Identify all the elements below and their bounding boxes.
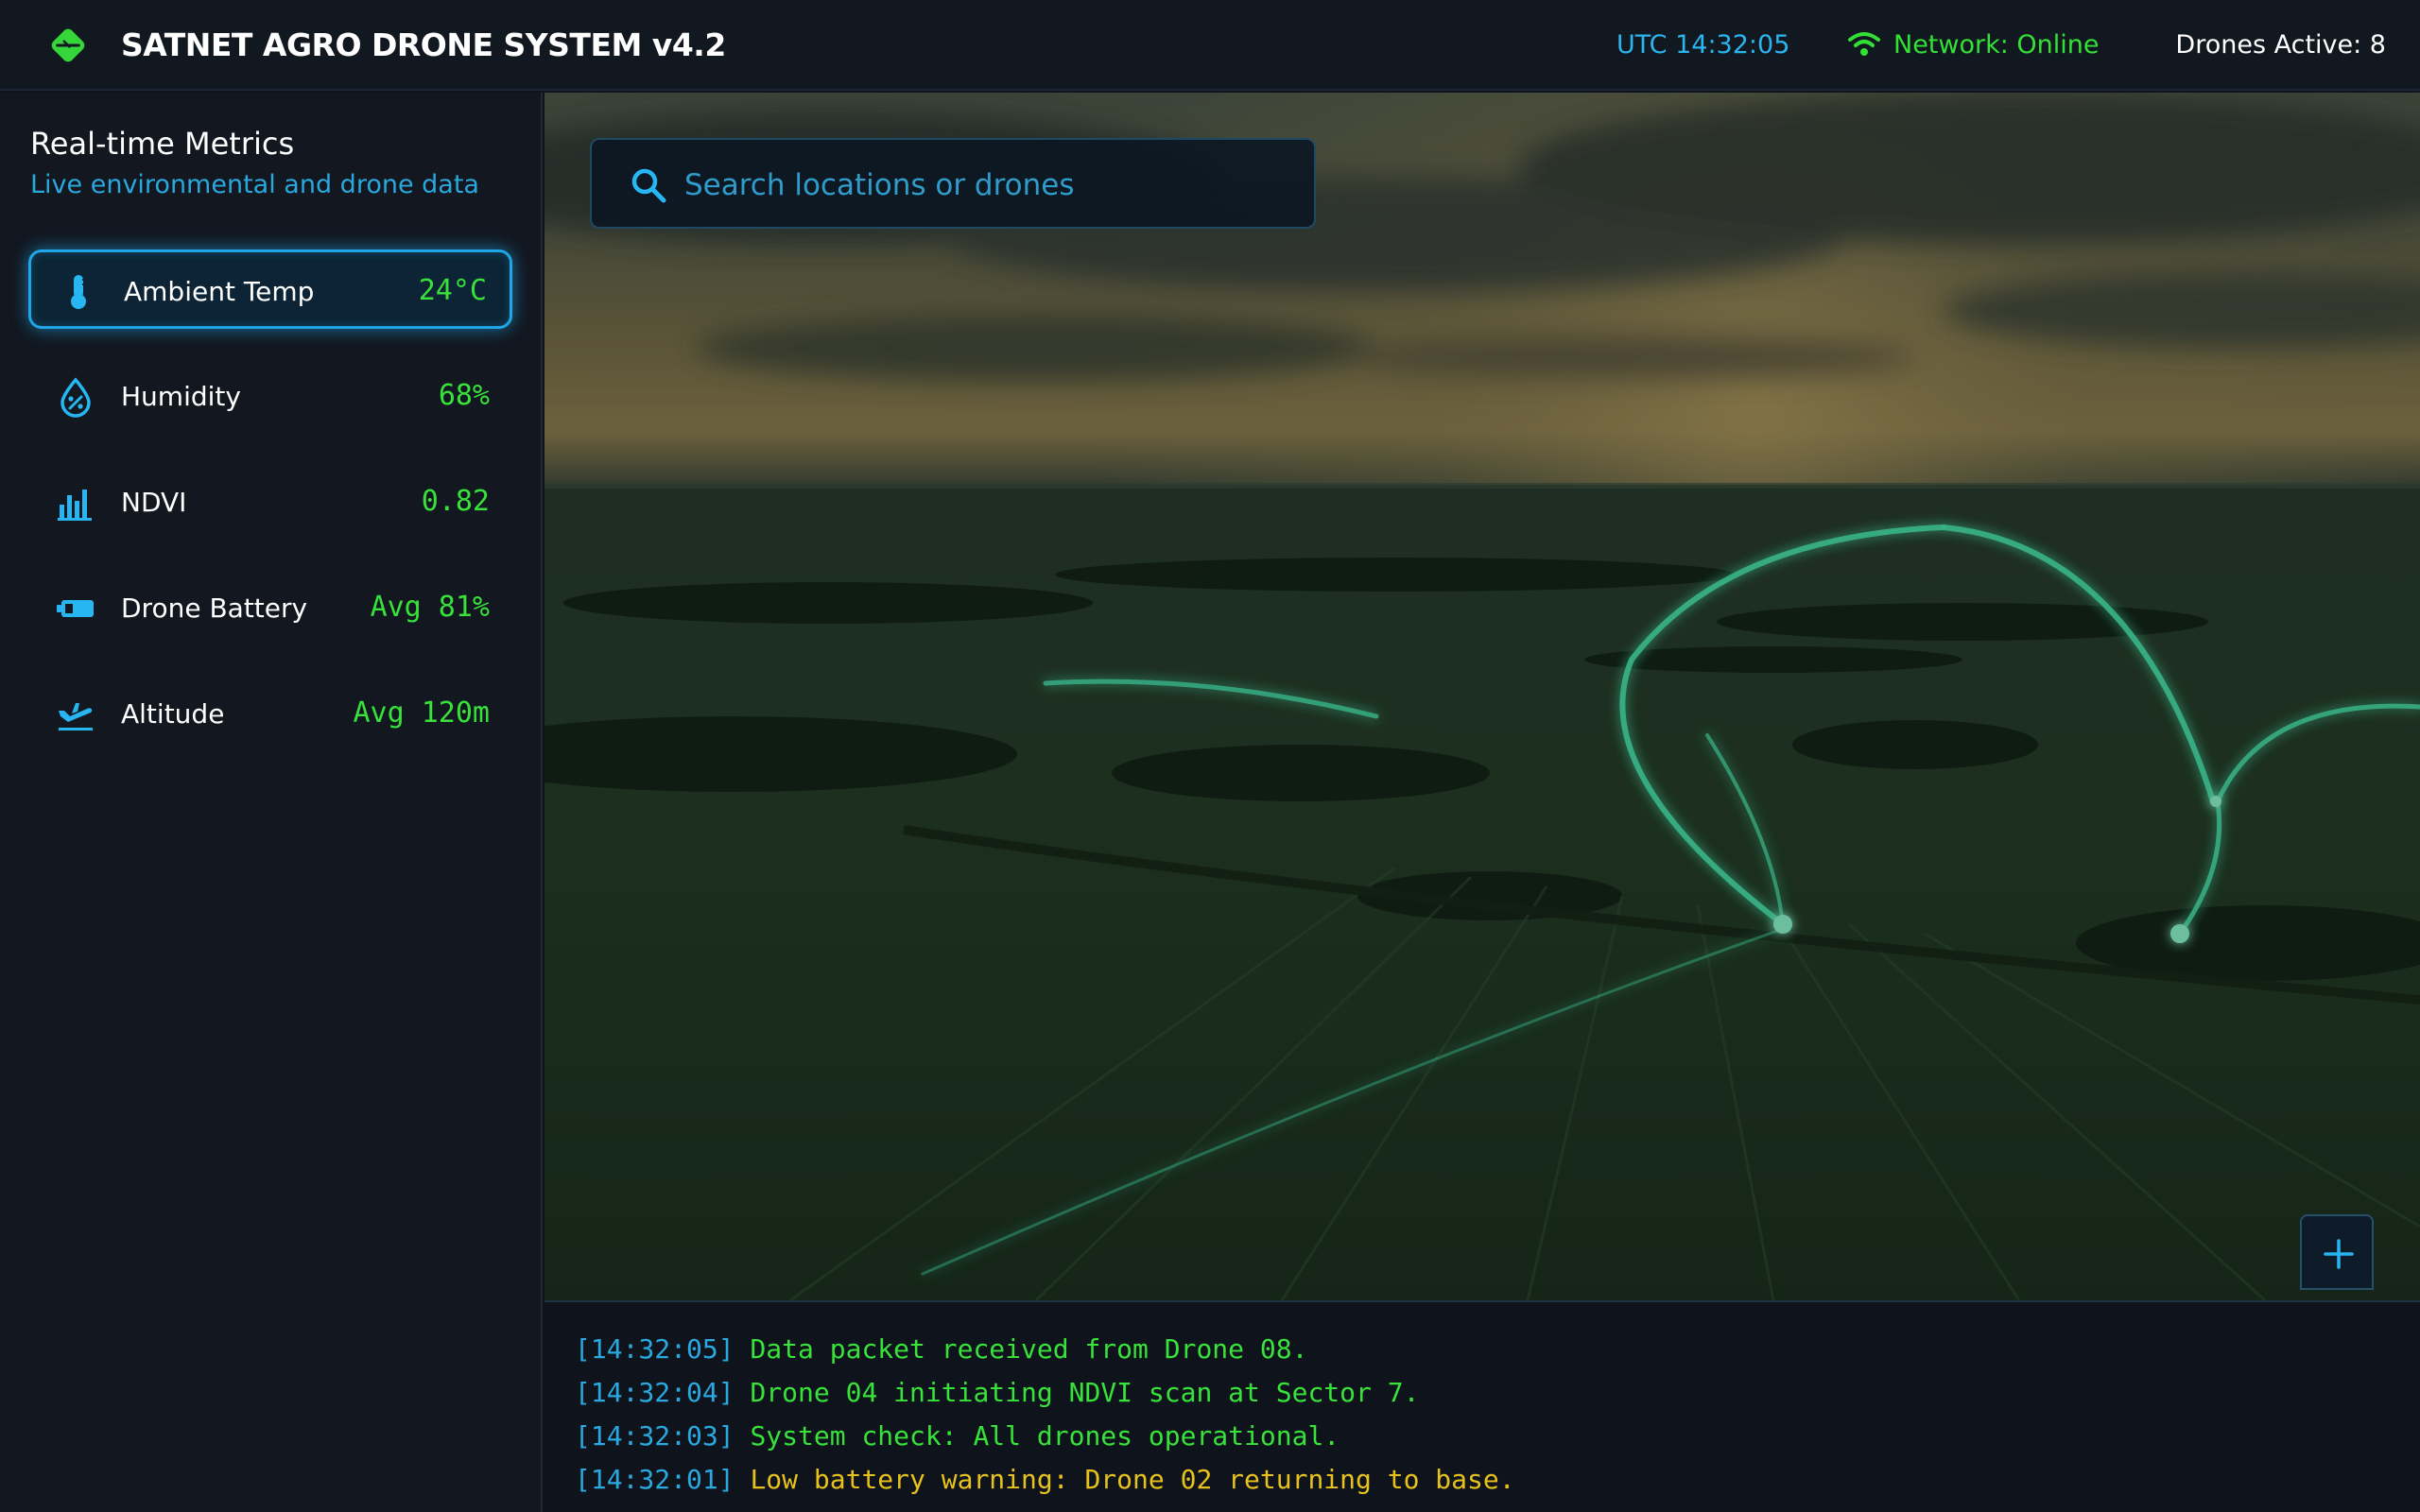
metric-label: NDVI [121,487,187,518]
sidebar-title: Real-time Metrics [30,126,295,162]
leaf-icon [51,28,85,62]
metric-ambient-temp[interactable]: Ambient Temp 24°C [28,249,512,329]
sidebar-subtitle: Live environmental and drone data [30,170,479,199]
log-entry: [14:32:03] System check: All drones oper… [575,1418,1340,1455]
metric-label: Humidity [121,381,241,412]
metric-value: Avg 120m [353,696,491,730]
battery-icon [57,600,94,617]
bar-chart-icon [58,490,92,521]
utc-clock: UTC 14:32:05 [1616,30,1790,60]
log-entry: [14:32:04] Drone 04 initiating NDVI scan… [575,1374,1419,1412]
metric-drone-battery[interactable]: Drone Battery Avg 81% [28,569,512,648]
network-status: Network: Online [1893,30,2100,60]
humidity-icon [60,377,91,418]
metric-label: Altitude [121,698,225,730]
search-bar[interactable] [590,138,1316,229]
metric-humidity[interactable]: Humidity 68% [28,357,512,437]
log-time: [14:32:04] [575,1377,735,1408]
metric-value: Avg 81% [370,591,490,624]
thermometer-icon [71,275,87,309]
map-view[interactable] [544,93,2420,1300]
event-log[interactable]: [14:32:05] Data packet received from Dro… [544,1300,2420,1512]
drones-active-count: Drones Active: 8 [2175,30,2386,60]
plus-icon [2324,1239,2354,1269]
metric-altitude[interactable]: Altitude Avg 120m [28,675,512,754]
log-time: [14:32:05] [575,1333,735,1365]
metric-label: Drone Battery [121,593,308,624]
metric-label: Ambient Temp [124,276,315,307]
aerial-farmland-image [544,93,2420,1300]
search-icon [631,168,666,203]
app-title: SATNET AGRO DRONE SYSTEM v4.2 [121,26,726,63]
log-message: Low battery warning: Drone 02 returning … [750,1464,1515,1495]
log-entry: [14:32:05] Data packet received from Dro… [575,1331,1307,1368]
top-bar: SATNET AGRO DRONE SYSTEM v4.2 UTC 14:32:… [0,0,2420,91]
log-message: System check: All drones operational. [750,1420,1340,1452]
metric-value: 24°C [418,274,487,307]
log-message: Data packet received from Drone 08. [750,1333,1308,1365]
log-time: [14:32:01] [575,1464,735,1495]
metric-ndvi[interactable]: NDVI 0.82 [28,463,512,542]
zoom-in-button[interactable] [2300,1214,2374,1290]
metric-value: 0.82 [421,485,490,518]
log-message: Drone 04 initiating NDVI scan at Sector … [750,1377,1420,1408]
wifi-icon [1848,32,1880,56]
metric-value: 68% [438,379,490,412]
airplane-icon [59,703,93,730]
search-input[interactable] [683,159,1288,212]
log-entry-warning: [14:32:01] Low battery warning: Drone 02… [575,1461,1515,1499]
metrics-sidebar: Real-time Metrics Live environmental and… [0,93,543,1512]
log-time: [14:32:03] [575,1420,735,1452]
